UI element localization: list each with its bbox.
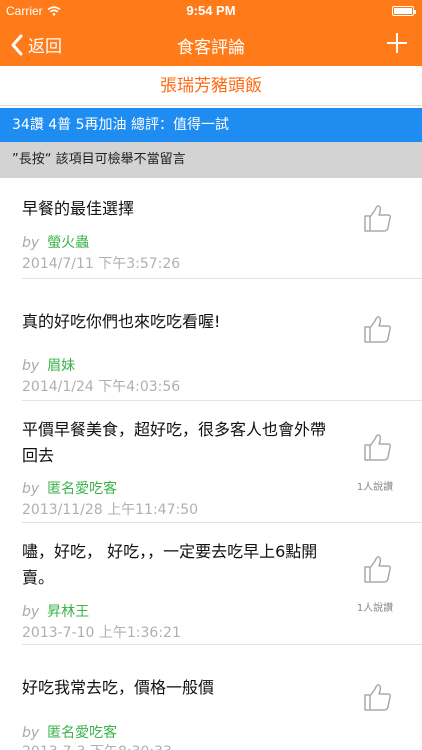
review-text: 嚍，好吃， 好吃，，一定要去吃早上6點開賣。 bbox=[22, 542, 318, 587]
review-author: by 眉妹 bbox=[22, 355, 75, 375]
plus-icon[interactable] bbox=[386, 32, 408, 54]
by-label: by bbox=[22, 604, 40, 620]
review-username[interactable]: 昇林王 bbox=[47, 604, 89, 620]
review-username[interactable]: 匿名愛吃客 bbox=[47, 725, 117, 741]
review-username[interactable]: 螢火蟲 bbox=[47, 235, 89, 251]
review-author: by 匿名愛吃客 bbox=[22, 722, 117, 742]
by-label: by bbox=[22, 481, 40, 497]
review-date: 2013-7-10 上午1:36:21 bbox=[22, 625, 181, 641]
by-label: by bbox=[22, 725, 40, 741]
review-author: by 螢火蟲 bbox=[22, 232, 89, 252]
like-count: 1人說讚 bbox=[356, 603, 394, 614]
review-author: by 匿名愛吃客 bbox=[22, 478, 117, 498]
review-item[interactable]: 嚍，好吃， 好吃，，一定要去吃早上6點開賣。 by 昇林王 2013-7-10 上… bbox=[0, 523, 422, 645]
thumbs-up-icon[interactable] bbox=[362, 553, 394, 585]
status-time: 9:54 PM bbox=[186, 3, 236, 18]
by-label: by bbox=[22, 358, 40, 374]
review-text: 平價早餐美食，超好吃，很多客人也會外帶回去 bbox=[22, 420, 327, 465]
review-date: 2013/11/28 上午11:47:50 bbox=[22, 502, 199, 518]
review-username[interactable]: 匿名愛吃客 bbox=[47, 481, 117, 497]
thumbs-up-icon[interactable] bbox=[362, 681, 394, 713]
review-date: 2014/7/11 下午3:57:26 bbox=[22, 256, 181, 272]
status-bar: Carrier 9:54 PM bbox=[0, 0, 422, 22]
review-text: 早餐的最佳選擇 bbox=[22, 199, 135, 218]
like-count: 1人說讚 bbox=[356, 482, 394, 493]
rating-summary: 34讚 4普 5再加油 總評：值得一試 bbox=[0, 108, 422, 142]
review-date: 2013-7-3 下午8:30:33 bbox=[22, 741, 172, 750]
review-item[interactable]: 早餐的最佳選擇 by 螢火蟲 2014/7/11 下午3:57:26 bbox=[0, 178, 422, 279]
battery-icon bbox=[392, 6, 416, 16]
review-username[interactable]: 眉妹 bbox=[47, 358, 75, 374]
thumbs-up-icon[interactable] bbox=[362, 431, 394, 463]
navigation-bar: 返回 食客評論 bbox=[0, 22, 422, 66]
report-hint: ”長按“ 該項目可檢舉不當留言 bbox=[0, 142, 422, 178]
review-item[interactable]: 真的好吃你們也來吃吃看喔! by 眉妹 2014/1/24 下午4:03:56 bbox=[0, 279, 422, 401]
thumbs-up-icon[interactable] bbox=[362, 202, 394, 234]
page-title: 食客評論 bbox=[177, 38, 245, 58]
by-label: by bbox=[22, 235, 40, 251]
review-author: by 昇林王 bbox=[22, 601, 89, 621]
thumbs-up-icon[interactable] bbox=[362, 313, 394, 345]
restaurant-name: 張瑞芳豬頭飯 bbox=[0, 66, 422, 106]
review-text: 真的好吃你們也來吃吃看喔! bbox=[22, 312, 221, 331]
review-text: 好吃我常去吃，價格一般價 bbox=[22, 678, 215, 697]
review-item[interactable]: 好吃我常去吃，價格一般價 by 匿名愛吃客 2013-7-3 下午8:30:33 bbox=[0, 645, 422, 750]
review-date: 2014/1/24 下午4:03:56 bbox=[22, 379, 181, 395]
review-item[interactable]: 平價早餐美食，超好吃，很多客人也會外帶回去 by 匿名愛吃客 2013/11/28… bbox=[0, 401, 422, 523]
